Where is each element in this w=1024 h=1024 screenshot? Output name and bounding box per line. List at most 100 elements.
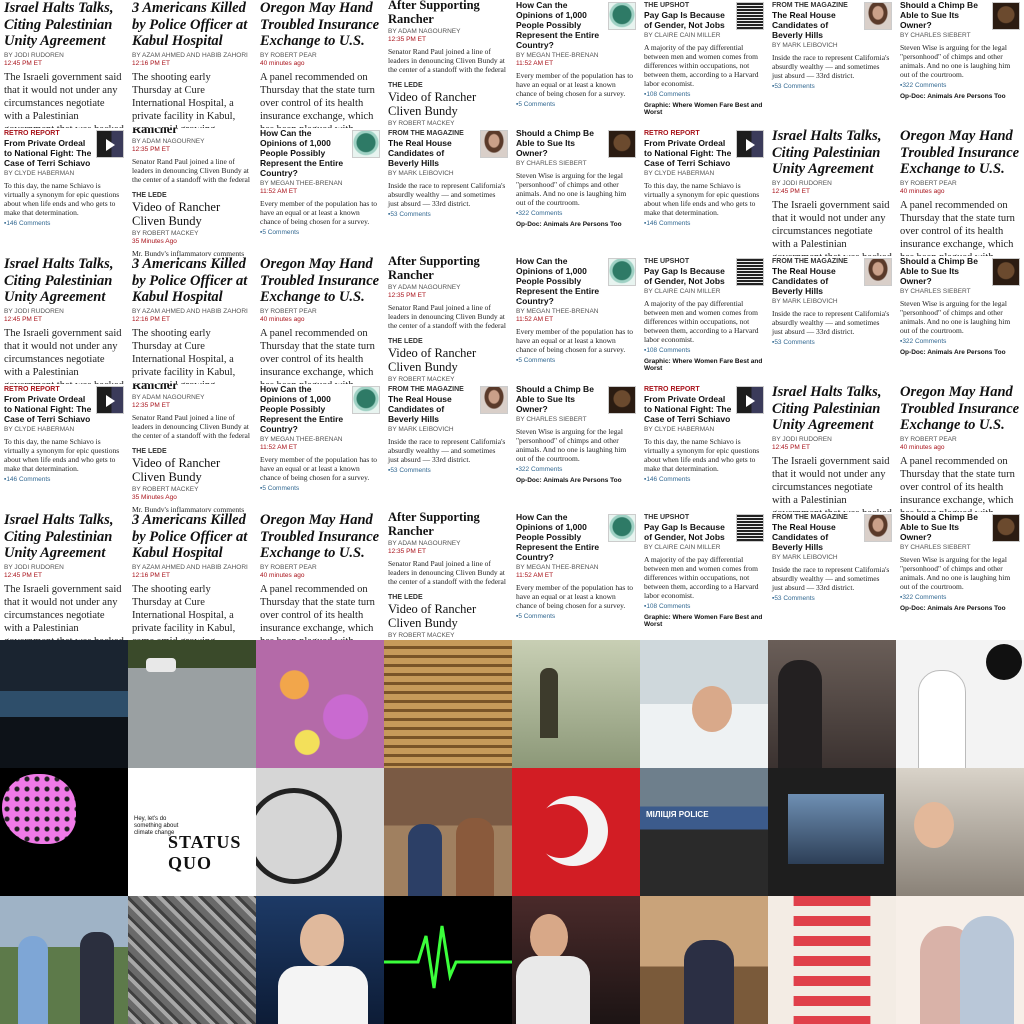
story-tile-opinions[interactable]: How Can the Opinions of 1,000 People Pos… [512,0,640,128]
comments-link[interactable]: 5 Comments [516,101,636,108]
story-tile-israel[interactable]: Israel Halts Talks, Citing Palestinian U… [0,0,128,128]
story-tile-kabul[interactable]: 3 Americans Killed by Police Officer at … [128,512,256,640]
story-headline[interactable]: Video of Rancher Cliven Bundy [132,200,252,228]
story-tile-schiavo[interactable]: RETRO REPORT From Private Ordeal to Natio… [0,384,128,512]
comments-link[interactable]: 322 Comments [516,210,636,217]
photo-older-woman[interactable] [896,768,1024,896]
story-headline[interactable]: 3 Americans Killed by Police Officer at … [132,0,252,50]
photo-flowers[interactable] [256,640,384,768]
story-tile-kabul[interactable]: 3 Americans Killed by Police Officer at … [128,256,256,384]
comments-link[interactable]: 146 Comments [4,476,124,483]
photo-manuscript[interactable] [384,640,512,768]
photo-hearing[interactable] [768,640,896,768]
comments-link[interactable]: 108 Comments [644,91,764,98]
story-tile-opinions[interactable]: How Can the Opinions of 1,000 People Pos… [256,128,384,256]
photo-status-quo[interactable]: Hey, let's do something about climate ch… [128,768,256,896]
story-headline[interactable]: 3 Americans Killed by Police Officer at … [132,256,252,306]
story-tile-magazine[interactable]: FROM THE MAGAZINE The Real House Candidat… [768,256,896,384]
related-link[interactable]: Op-Doc: Animals Are Persons Too [516,221,636,228]
story-headline[interactable]: After Supporting Rancher [388,0,508,26]
story-tile-chimp[interactable]: Should a Chimp Be Able to Sue Its Owner?… [896,256,1024,384]
story-tile-chimp[interactable]: Should a Chimp Be Able to Sue Its Owner?… [512,384,640,512]
related-link[interactable]: Op-Doc: Animals Are Persons Too [900,605,1020,612]
photo-rubble[interactable] [128,896,256,1024]
comments-link[interactable]: 53 Comments [772,339,892,346]
comments-link[interactable]: 5 Comments [260,485,380,492]
story-headline[interactable]: After Supporting Rancher [388,256,508,282]
story-tile-israel[interactable]: Israel Halts Talks, Citing Palestinian U… [768,384,896,512]
story-tile-oregon[interactable]: Oregon May Hand Troubled Insurance Excha… [256,0,384,128]
photo-hospital-patient[interactable] [640,640,768,768]
story-tile-schiavo[interactable]: RETRO REPORT From Private Ordeal to Natio… [0,128,128,256]
story-tile-opinions[interactable]: How Can the Opinions of 1,000 People Pos… [512,256,640,384]
story-headline[interactable]: Israel Halts Talks, Citing Palestinian U… [4,512,124,562]
story-tile-israel[interactable]: Israel Halts Talks, Citing Palestinian U… [0,512,128,640]
story-headline[interactable]: Video of Rancher Cliven Bundy [132,456,252,484]
story-tile-rancher[interactable]: After Supporting Rancher By ADAM NAGOURNE… [384,0,512,128]
story-tile-rancher[interactable]: After Supporting Rancher By ADAM NAGOURNE… [384,512,512,640]
photo-dots[interactable] [0,768,128,896]
photo-office-man[interactable] [640,896,768,1024]
story-tile-chimp[interactable]: Should a Chimp Be Able to Sue Its Owner?… [896,0,1024,128]
comments-link[interactable]: 108 Comments [644,603,764,610]
story-headline[interactable]: 3 Americans Killed by Police Officer at … [132,512,252,562]
related-link[interactable]: Op-Doc: Animals Are Persons Too [516,477,636,484]
story-tile-oregon[interactable]: Oregon May Hand Troubled Insurance Excha… [256,512,384,640]
comments-link[interactable]: 146 Comments [644,476,764,483]
story-headline[interactable]: Oregon May Hand Troubled Insurance Excha… [260,256,380,306]
story-tile-kabul[interactable]: 3 Americans Killed by Police Officer at … [128,0,256,128]
comments-link[interactable]: 5 Comments [516,613,636,620]
story-headline[interactable]: Oregon May Hand Troubled Insurance Excha… [260,512,380,562]
story-tile-rancher[interactable]: After Supporting Rancher By ADAM NAGOURNE… [128,128,256,256]
story-tile-rancher[interactable]: After Supporting Rancher By ADAM NAGOURNE… [128,384,256,512]
story-tile-israel[interactable]: Israel Halts Talks, Citing Palestinian U… [768,128,896,256]
related-link[interactable]: Op-Doc: Animals Are Persons Too [900,349,1020,356]
related-link[interactable]: Graphic: Where Women Fare Best and Worst [644,614,764,628]
story-headline[interactable]: Israel Halts Talks, Citing Palestinian U… [772,128,892,178]
photo-police-station[interactable]: МІЛІЦІЯ POLICE [640,768,768,896]
photo-heartbeat[interactable] [384,896,512,1024]
comments-link[interactable]: 322 Comments [900,82,1020,89]
story-headline[interactable]: Israel Halts Talks, Citing Palestinian U… [772,384,892,434]
comments-link[interactable]: 322 Comments [900,594,1020,601]
story-headline[interactable]: After Supporting Rancher [388,512,508,538]
story-headline[interactable]: Video of Rancher Cliven Bundy [388,90,508,118]
story-tile-oregon[interactable]: Oregon May Hand Troubled Insurance Excha… [896,128,1024,256]
story-tile-opinions[interactable]: How Can the Opinions of 1,000 People Pos… [512,512,640,640]
story-tile-magazine[interactable]: FROM THE MAGAZINE The Real House Candidat… [384,384,512,512]
related-link[interactable]: Graphic: Where Women Fare Best and Worst [644,102,764,116]
story-headline[interactable]: After Supporting Rancher [132,384,252,392]
story-tile-oregon[interactable]: Oregon May Hand Troubled Insurance Excha… [896,384,1024,512]
related-link[interactable]: Graphic: Where Women Fare Best and Worst [644,358,764,372]
story-tile-chimp[interactable]: Should a Chimp Be Able to Sue Its Owner?… [512,128,640,256]
comments-link[interactable]: 322 Comments [900,338,1020,345]
comments-link[interactable]: 5 Comments [516,357,636,364]
story-tile-paygap[interactable]: THE UPSHOT Pay Gap Is Because of Gender, … [640,0,768,128]
comments-link[interactable]: 5 Comments [260,229,380,236]
comments-link[interactable]: 53 Comments [388,211,508,218]
story-tile-magazine[interactable]: FROM THE MAGAZINE The Real House Candidat… [768,512,896,640]
story-headline[interactable]: Oregon May Hand Troubled Insurance Excha… [900,128,1020,178]
photo-bar-patron[interactable] [512,896,640,1024]
photo-museum[interactable] [0,640,128,768]
story-tile-israel[interactable]: Israel Halts Talks, Citing Palestinian U… [0,256,128,384]
photo-two-women[interactable] [384,768,512,896]
comments-link[interactable]: 146 Comments [644,220,764,227]
photo-stairs-illustration[interactable] [768,896,896,1024]
photo-sketch-embrace[interactable] [896,896,1024,1024]
story-tile-rancher[interactable]: After Supporting Rancher By ADAM NAGOURNE… [384,256,512,384]
story-headline[interactable]: After Supporting Rancher [132,128,252,136]
story-tile-magazine[interactable]: FROM THE MAGAZINE The Real House Candidat… [768,0,896,128]
story-tile-magazine[interactable]: FROM THE MAGAZINE The Real House Candidat… [384,128,512,256]
story-headline[interactable]: Video of Rancher Cliven Bundy [388,346,508,374]
story-tile-opinions[interactable]: How Can the Opinions of 1,000 People Pos… [256,384,384,512]
story-tile-paygap[interactable]: THE UPSHOT Pay Gap Is Because of Gender, … [640,256,768,384]
comments-link[interactable]: 53 Comments [772,595,892,602]
related-link[interactable]: Op-Doc: Animals Are Persons Too [900,93,1020,100]
story-tile-paygap[interactable]: THE UPSHOT Pay Gap Is Because of Gender, … [640,512,768,640]
photo-turkish-flag[interactable] [512,768,640,896]
photo-handshake[interactable] [0,896,128,1024]
photo-rand-paul[interactable] [256,896,384,1024]
photo-worker[interactable] [512,640,640,768]
story-tile-chimp[interactable]: Should a Chimp Be Able to Sue Its Owner?… [896,512,1024,640]
